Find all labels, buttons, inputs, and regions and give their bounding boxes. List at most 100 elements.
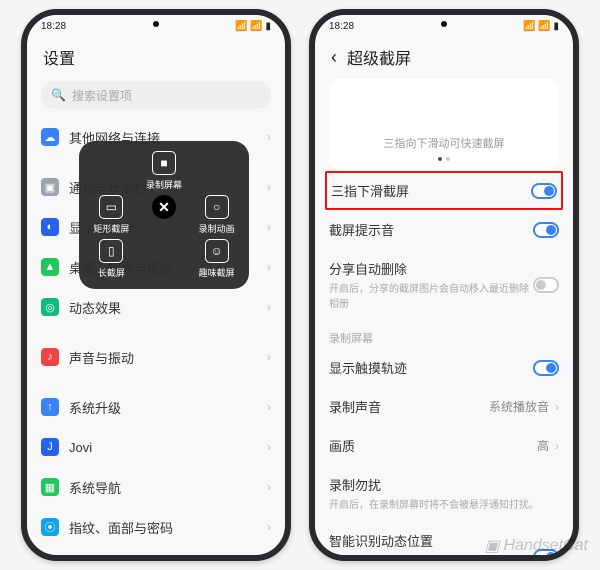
row-left: 画质: [329, 436, 537, 455]
overlay-label: 录制屏幕: [146, 178, 182, 191]
item-icon: ♪: [41, 348, 59, 366]
overlay-icon: ■: [152, 151, 176, 175]
toggle-switch[interactable]: [533, 360, 559, 376]
row-left: 分享自动删除 开启后，分享的截屏图片会自动移入最近删除相册: [329, 259, 533, 310]
item-icon: ◎: [41, 298, 59, 316]
row-label: 录制声音: [329, 397, 489, 416]
overlay-icon: ✕: [152, 195, 176, 219]
item-icon: ↑: [41, 398, 59, 416]
settings-row[interactable]: 画质 高 ›: [315, 426, 573, 465]
overlay-icon: ▯: [99, 239, 123, 263]
row-left: 录制声音: [329, 397, 489, 416]
settings-item[interactable]: ↑ 系统升级 ›: [41, 387, 271, 427]
overlay-empty: [85, 151, 138, 191]
chevron-right-icon: ›: [267, 350, 271, 364]
overlay-option[interactable]: ▯ 长截屏: [85, 239, 138, 279]
chevron-right-icon: ›: [267, 480, 271, 494]
chevron-right-icon: ›: [267, 400, 271, 414]
item-label: Jovi: [69, 440, 92, 455]
row-label: 智能识别动态位置: [329, 531, 533, 550]
overlay-option[interactable]: ☺ 趣味截屏: [190, 239, 243, 279]
overlay-option[interactable]: ○ 录制动画: [190, 195, 243, 235]
chevron-right-icon: ›: [267, 440, 271, 454]
row-label: 三指下滑截屏: [331, 181, 531, 200]
overlay-icon: ☺: [205, 239, 229, 263]
settings-row[interactable]: 截屏提示音: [315, 210, 573, 249]
chevron-right-icon: ›: [555, 400, 559, 414]
tutorial-hint: 三指向下滑动可快速截屏: [384, 135, 505, 151]
status-icons: 📶 📶 ▮: [523, 21, 559, 32]
camera-notch: [441, 21, 447, 27]
row-value: 系统播放音: [489, 398, 549, 415]
item-icon: ▦: [41, 478, 59, 496]
settings-row[interactable]: 三指下滑截屏: [325, 171, 563, 210]
overlay-label: 长截屏: [98, 266, 125, 279]
item-label: 动态效果: [69, 298, 121, 317]
search-input[interactable]: 🔍 搜索设置项: [41, 81, 271, 109]
camera-notch: [153, 21, 159, 27]
screenshot-overlay: ■ 录制屏幕▭ 矩形截屏✕ ○ 录制动画▯ 长截屏☺ 趣味截屏: [79, 141, 249, 289]
overlay-label: 录制动画: [199, 222, 235, 235]
chevron-right-icon: ›: [267, 180, 271, 194]
overlay-empty: [138, 239, 191, 279]
settings-row[interactable]: 智能识别动态位置 开启后，可自动选中屏幕中的动态位置作为动画录…: [315, 521, 573, 561]
row-label: 分享自动删除: [329, 259, 533, 278]
status-time: 18:28: [329, 21, 354, 32]
item-label: 声音与振动: [69, 348, 134, 367]
item-icon: ▲: [41, 258, 59, 276]
page-title: 超级截屏: [347, 45, 411, 69]
dot: [446, 157, 450, 161]
row-sublabel: 开启后，在录制屏幕时将不会被悬浮通知打扰。: [329, 496, 559, 511]
row-sublabel: 开启后，分享的截屏图片会自动移入最近删除相册: [329, 280, 533, 310]
search-placeholder: 搜索设置项: [72, 87, 132, 104]
row-value: 高: [537, 437, 549, 454]
row-label: 显示触摸轨迹: [329, 358, 533, 377]
tutorial-card: 三指向下滑动可快速截屏: [329, 79, 559, 169]
item-label: 系统导航: [69, 478, 121, 497]
row-sublabel: 开启后，可自动选中屏幕中的动态位置作为动画录…: [329, 552, 533, 561]
phone-left: 18:28 📶 📶 ▮ 设置 🔍 搜索设置项 ☁ 其他网络与连接 ›▣ 通知与状…: [21, 9, 291, 561]
overlay-icon: ▭: [99, 195, 123, 219]
row-left: 三指下滑截屏: [331, 181, 531, 200]
settings-item[interactable]: ◎ 动态效果 ›: [41, 287, 271, 327]
status-icons: 📶 📶 ▮: [235, 21, 271, 32]
chevron-right-icon: ›: [267, 300, 271, 314]
item-label: 系统升级: [69, 398, 121, 417]
back-icon[interactable]: ‹: [331, 47, 337, 68]
chevron-right-icon: ›: [555, 439, 559, 453]
status-time: 18:28: [41, 21, 66, 32]
settings-item[interactable]: ♪ 声音与振动 ›: [41, 337, 271, 377]
row-label: 截屏提示音: [329, 220, 533, 239]
item-icon: ⦿: [41, 518, 59, 536]
overlay-label: 矩形截屏: [93, 222, 129, 235]
overlay-option[interactable]: ■ 录制屏幕: [138, 151, 191, 191]
settings-row[interactable]: 显示触摸轨迹: [315, 348, 573, 387]
toggle-switch[interactable]: [533, 277, 559, 293]
row-left: 智能识别动态位置 开启后，可自动选中屏幕中的动态位置作为动画录…: [329, 531, 533, 561]
settings-row[interactable]: 录制勿扰 开启后，在录制屏幕时将不会被悬浮通知打扰。: [315, 465, 573, 521]
item-icon: ▣: [41, 178, 59, 196]
chevron-right-icon: ›: [267, 520, 271, 534]
toggle-switch[interactable]: [531, 183, 557, 199]
toggle-switch[interactable]: [533, 549, 559, 562]
item-icon: ☁: [41, 128, 59, 146]
settings-item[interactable]: J Jovi ›: [41, 427, 271, 467]
row-left: 截屏提示音: [329, 220, 533, 239]
overlay-option[interactable]: ▭ 矩形截屏: [85, 195, 138, 235]
settings-section-2: 显示触摸轨迹 录制声音 系统播放音 › 画质 高 › 录制勿扰 开启后，在录制屏幕时…: [315, 348, 573, 561]
settings-item[interactable]: ▦ 系统导航 ›: [41, 467, 271, 507]
overlay-empty: [190, 151, 243, 191]
chevron-right-icon: ›: [267, 220, 271, 234]
overlay-icon: ○: [205, 195, 229, 219]
settings-item[interactable]: ▣ 游戏魔盒 ›: [41, 557, 271, 561]
settings-item[interactable]: ⦿ 指纹、面部与密码 ›: [41, 507, 271, 547]
settings-row[interactable]: 分享自动删除 开启后，分享的截屏图片会自动移入最近删除相册: [315, 249, 573, 320]
toggle-switch[interactable]: [533, 222, 559, 238]
chevron-right-icon: ›: [267, 130, 271, 144]
overlay-close[interactable]: ✕: [138, 195, 191, 235]
item-icon: ◐: [41, 218, 59, 236]
search-icon: 🔍: [51, 88, 66, 102]
item-icon: J: [41, 438, 59, 456]
pager-dots: [438, 157, 450, 161]
settings-row[interactable]: 录制声音 系统播放音 ›: [315, 387, 573, 426]
